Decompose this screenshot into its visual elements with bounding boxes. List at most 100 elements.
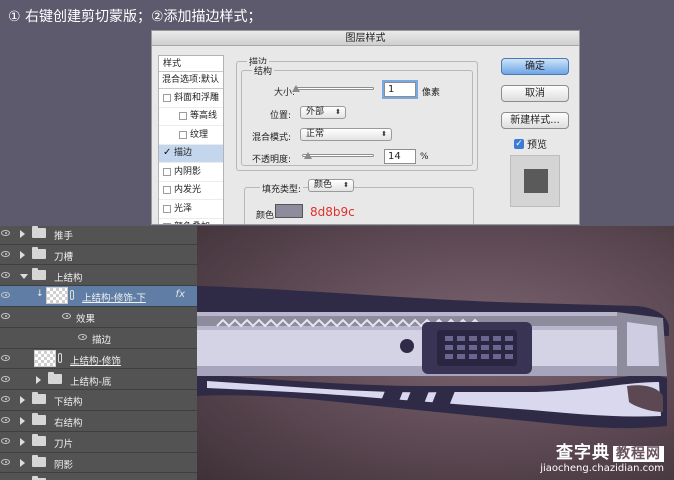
- opacity-input[interactable]: 14: [384, 149, 416, 164]
- eye-icon[interactable]: [1, 313, 10, 320]
- checkbox-icon[interactable]: [163, 204, 171, 213]
- layer-row[interactable]: 刀片: [0, 432, 197, 453]
- layer-row[interactable]: 背景: [0, 474, 197, 480]
- folder-icon: [32, 413, 46, 426]
- eye-icon[interactable]: [78, 334, 87, 340]
- style-item-label: 颜色叠加: [174, 218, 210, 224]
- layer-row[interactable]: ↓ 上结构-修饰-下 fx: [0, 286, 197, 307]
- layer-row[interactable]: 上结构: [0, 266, 197, 287]
- blend-mode-select-value: 正常: [306, 129, 325, 139]
- opacity-slider[interactable]: [302, 154, 374, 157]
- size-slider[interactable]: [294, 87, 374, 90]
- checkbox-icon[interactable]: [179, 112, 187, 121]
- eye-icon[interactable]: [1, 354, 10, 361]
- cancel-button[interactable]: 取消: [501, 85, 569, 102]
- eye-icon[interactable]: [1, 396, 10, 403]
- color-hex-annotation: 8d8b9c: [310, 205, 355, 219]
- style-item-label: 光泽: [174, 203, 193, 214]
- eye-icon[interactable]: [1, 375, 10, 382]
- eye-icon[interactable]: [1, 417, 10, 424]
- triangle-right-icon[interactable]: [36, 375, 41, 384]
- position-select[interactable]: 外部 ⬍: [300, 106, 346, 119]
- folder-icon: [32, 226, 46, 238]
- layer-name: 下结构: [54, 397, 83, 409]
- checkbox-icon[interactable]: [163, 93, 171, 102]
- blend-options-item[interactable]: 混合选项:默认: [159, 72, 223, 89]
- link-icon: [58, 352, 62, 363]
- eye-icon[interactable]: [1, 438, 10, 444]
- eye-icon[interactable]: [1, 458, 10, 465]
- effect-item-label: 描边: [92, 335, 112, 346]
- new-style-button[interactable]: 新建样式...: [501, 112, 569, 129]
- color-swatch[interactable]: [275, 204, 303, 218]
- fx-icon[interactable]: fx: [176, 289, 185, 300]
- size-input[interactable]: 1: [384, 82, 416, 97]
- watermark-title-b: 教程网: [613, 446, 664, 462]
- layer-row[interactable]: 描边: [0, 328, 197, 349]
- opacity-slider-thumb[interactable]: [304, 152, 312, 159]
- layer-name: 上结构-底: [70, 376, 112, 388]
- link-icon: [70, 290, 74, 301]
- layer-thumbnail: [46, 287, 68, 305]
- style-item-label: 纹理: [190, 129, 209, 140]
- style-item-label: 内发光: [174, 185, 202, 196]
- triangle-right-icon[interactable]: [20, 417, 25, 426]
- layer-name: 阴影: [54, 459, 74, 471]
- styles-header[interactable]: 样式: [159, 56, 223, 72]
- style-item[interactable]: 内阴影: [159, 163, 223, 182]
- style-item[interactable]: 斜面和浮雕: [159, 89, 223, 108]
- checkbox-icon[interactable]: [179, 130, 187, 139]
- checkbox-icon[interactable]: [163, 223, 171, 224]
- layer-row[interactable]: 下结构: [0, 390, 197, 411]
- layer-row[interactable]: 刀槽: [0, 245, 197, 266]
- triangle-right-icon[interactable]: [20, 250, 25, 259]
- folder-icon: [32, 454, 46, 467]
- layer-row[interactable]: 上结构-底: [0, 370, 197, 391]
- triangle-right-icon[interactable]: [20, 230, 25, 238]
- style-item-label: 斜面和浮雕: [174, 92, 220, 103]
- triangle-right-icon[interactable]: [20, 458, 25, 467]
- layer-name: 上结构-修饰-下: [82, 293, 146, 305]
- structure-group-title: 结构: [252, 64, 275, 77]
- eye-icon[interactable]: [1, 271, 10, 278]
- layer-row[interactable]: 推手: [0, 226, 197, 245]
- style-item[interactable]: 等高线: [159, 108, 223, 126]
- layer-row[interactable]: 上结构-修饰: [0, 349, 197, 370]
- watermark: 查字典 教程网 jiaocheng.chazidian.com: [540, 438, 664, 474]
- layer-name: 刀槽: [54, 251, 74, 263]
- eye-icon[interactable]: [62, 313, 71, 320]
- layer-row[interactable]: 阴影: [0, 453, 197, 474]
- layer-row[interactable]: 右结构: [0, 411, 197, 432]
- triangle-down-icon[interactable]: [20, 273, 28, 279]
- layer-name: 刀片: [54, 439, 74, 450]
- preview-checkbox[interactable]: ✓ 预览: [514, 136, 547, 151]
- styles-list: 样式 混合选项:默认 斜面和浮雕等高线纹理 ✓描边内阴影内发光光泽颜色叠加: [158, 55, 224, 224]
- checkbox-icon[interactable]: [163, 167, 171, 176]
- eye-icon[interactable]: [1, 292, 10, 299]
- triangle-right-icon[interactable]: [20, 396, 25, 405]
- style-item[interactable]: 纹理: [159, 126, 223, 145]
- style-item[interactable]: 内发光: [159, 182, 223, 200]
- blend-mode-select[interactable]: 正常 ⬍: [300, 128, 392, 141]
- size-slider-thumb[interactable]: [292, 85, 300, 92]
- style-item[interactable]: ✓ 描边: [159, 144, 223, 163]
- checkbox-checked-icon: ✓: [514, 138, 524, 149]
- checkbox-checked-icon[interactable]: ✓: [163, 148, 171, 158]
- style-item[interactable]: 颜色叠加: [159, 218, 223, 224]
- layer-row[interactable]: 效果: [0, 307, 197, 328]
- layer-name: 上结构: [54, 272, 83, 284]
- document-canvas: 查字典 教程网 jiaocheng.chazidian.com: [197, 226, 674, 480]
- fill-type-select[interactable]: 颜色 ⬍: [308, 179, 354, 192]
- folder-icon: [32, 246, 46, 259]
- effects-label: 效果: [76, 314, 96, 326]
- ok-button[interactable]: 确定: [501, 58, 569, 75]
- blend-mode-label: 混合模式:: [252, 133, 292, 143]
- checkbox-icon[interactable]: [163, 186, 171, 195]
- triangle-right-icon[interactable]: [20, 438, 25, 446]
- layer-name: 推手: [54, 231, 74, 242]
- style-item[interactable]: 光泽: [159, 200, 223, 219]
- eye-icon[interactable]: [1, 230, 10, 236]
- eye-icon[interactable]: [1, 250, 10, 257]
- folder-icon: [32, 267, 46, 280]
- position-select-value: 外部: [306, 107, 325, 117]
